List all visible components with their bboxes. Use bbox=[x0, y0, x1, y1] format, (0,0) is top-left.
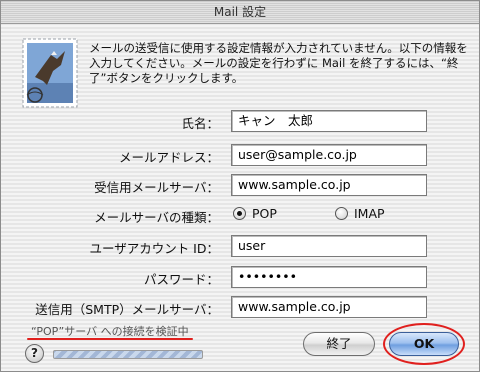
password-label: パスワード： bbox=[143, 272, 219, 287]
smtp-server-field[interactable]: www.sample.co.jp bbox=[231, 296, 427, 318]
radio-imap[interactable]: IMAP bbox=[335, 206, 385, 221]
account-id-field[interactable]: user bbox=[231, 235, 427, 257]
email-field[interactable]: user@sample.co.jp bbox=[231, 144, 427, 166]
annotation-underline bbox=[27, 338, 193, 340]
incoming-server-field[interactable]: www.sample.co.jp bbox=[231, 174, 427, 196]
annotation-circle bbox=[383, 323, 465, 365]
radio-imap-label: IMAP bbox=[354, 206, 385, 221]
quit-button[interactable]: 終了 bbox=[303, 332, 375, 356]
radio-imap-indicator[interactable] bbox=[335, 207, 348, 220]
progress-indicator bbox=[53, 350, 203, 359]
help-button[interactable]: ? bbox=[25, 344, 44, 363]
smtp-server-label: 送信用（SMTP）メールサーバ： bbox=[35, 302, 219, 317]
radio-pop-label: POP bbox=[252, 206, 277, 221]
radio-pop[interactable]: POP bbox=[233, 206, 277, 221]
window-title: Mail 設定 bbox=[213, 5, 267, 19]
password-field[interactable]: •••••••• bbox=[231, 266, 427, 288]
name-field[interactable]: キャン 太郎 bbox=[231, 110, 427, 132]
radio-pop-indicator[interactable] bbox=[233, 207, 246, 220]
name-label: 氏名： bbox=[181, 116, 219, 131]
incoming-server-label: 受信用メールサーバ： bbox=[94, 180, 219, 195]
email-label: メールアドレス： bbox=[118, 150, 219, 165]
mail-stamp-eagle-icon bbox=[22, 38, 78, 108]
account-id-label: ユーザアカウント ID： bbox=[89, 241, 219, 256]
mail-setup-dialog: Mail 設定 メールの送受信に使用する設定情報が入力されていません。以下の情報… bbox=[0, 0, 480, 372]
title-bar[interactable]: Mail 設定 bbox=[1, 1, 479, 24]
connection-status-text: “POP”サーバ への接続を検証中 bbox=[31, 325, 189, 338]
instructions-text: メールの送受信に使用する設定情報が入力されていません。以下の情報を入力してくださ… bbox=[89, 41, 468, 85]
server-type-label: メールサーバの種類： bbox=[94, 210, 219, 225]
